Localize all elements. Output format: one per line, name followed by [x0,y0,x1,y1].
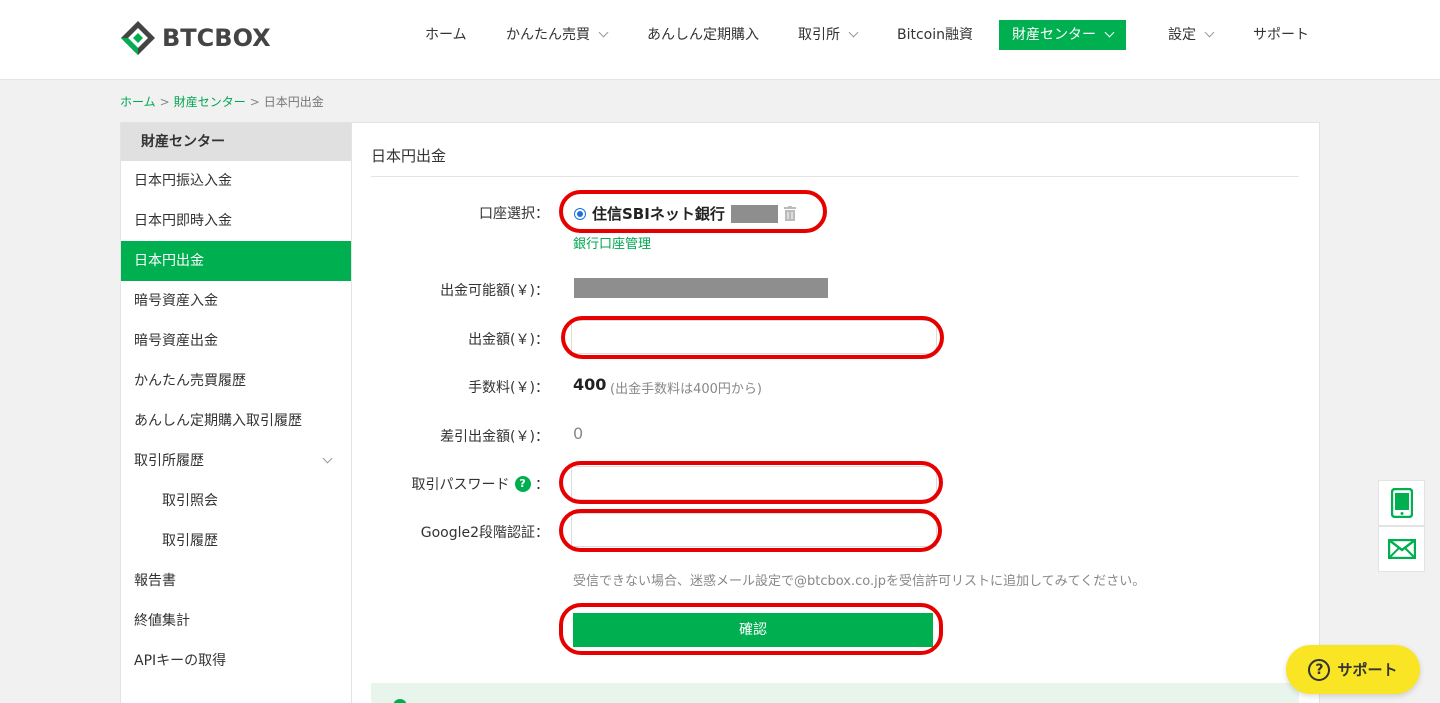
nav-label: 取引所 [798,27,840,43]
nav-bitcoin-loan[interactable]: Bitcoin融資 [897,20,973,50]
withdrawal-panel: 日本円出金 口座選択： 住信SBIネット銀行 銀行口座管理 出金可能額(￥)： … [352,122,1320,703]
bank-account-manage-link[interactable]: 銀行口座管理 [573,233,651,252]
divider [371,176,1299,177]
google-2fa-label: Google2段階認証： [420,525,549,541]
fee-note: (出金手数料は400円から) [610,382,762,397]
nav-label: かんたん売買 [506,27,590,43]
trade-password-label-text: 取引パスワード [411,477,510,493]
nav-exchange[interactable]: 取引所 [798,20,859,50]
site-header: BTCBOX ホーム かんたん売買 あんしん定期購入 取引所 Bitcoin融資… [0,0,1440,80]
sidebar-item-trade-history[interactable]: 取引履歴 [121,521,351,561]
chevron-down-icon [1204,27,1215,38]
net-amount-value: 0 [573,424,584,443]
sidebar-item-api-key[interactable]: APIキーの取得 [121,641,351,681]
trade-password-label: 取引パスワード? ： [412,474,549,494]
sidebar-item-reports[interactable]: 報告書 [121,561,351,601]
smartphone-icon [1390,488,1413,518]
amount-label: 出金額(￥)： [468,332,549,348]
trash-icon[interactable] [783,206,796,221]
confirm-button[interactable]: 確認 [573,613,933,647]
net-amount-label: 差引出金額(￥)： [440,429,549,445]
logo-icon [121,21,155,55]
fee-value: 400 [573,375,607,394]
nav-label: サポート [1253,27,1309,43]
breadcrumb-asset-center[interactable]: 財産センター [174,95,246,109]
label-colon: ： [535,477,549,493]
sidebar-item-crypto-deposit[interactable]: 暗号資産入金 [121,281,351,321]
breadcrumb-separator: > [159,95,170,109]
sidebar-item-trade-inquiry[interactable]: 取引照会 [121,481,351,521]
btcbox-logo[interactable]: BTCBOX [120,20,271,56]
masked-account-number [730,204,778,223]
sidebar-title: 財産センター [121,123,351,161]
nav-settings[interactable]: 設定 [1168,20,1215,50]
nav-support[interactable]: サポート [1253,20,1309,50]
account-label: 口座選択： [479,206,549,222]
nav-label: 財産センター [1012,27,1096,43]
contact-mail-button[interactable] [1378,526,1425,572]
chevron-down-icon [322,453,333,464]
amount-input[interactable] [571,320,937,354]
available-amount-label: 出金可能額(￥)： [440,283,549,299]
nav-asset-center[interactable]: 財産センター [999,20,1126,50]
sidebar-item-easy-trade-history[interactable]: かんたん売買履歴 [121,361,351,401]
sidebar-item-crypto-withdrawal[interactable]: 暗号資産出金 [121,321,351,361]
bank-account-option[interactable]: 住信SBIネット銀行 [574,203,796,224]
info-icon [393,699,407,703]
sidebar-item-exchange-history[interactable]: 取引所履歴 [121,441,351,481]
nav-label: Bitcoin融資 [897,27,974,43]
nav-regular-purchase[interactable]: あんしん定期購入 [647,20,759,50]
nav-label: ホーム [425,27,467,43]
support-chat-button[interactable]: ? サポート [1286,645,1420,694]
help-icon[interactable]: ? [514,476,531,492]
mobile-app-button[interactable] [1378,480,1425,526]
email-hint: 受信できない場合、迷惑メール設定で@btcbox.co.jpを受信許可リストに追… [573,574,1146,589]
google-2fa-input[interactable] [571,513,937,547]
breadcrumb: ホーム > 財産センター > 日本円出金 [120,93,324,110]
nav-label: 設定 [1168,27,1196,43]
page-title: 日本円出金 [371,147,447,165]
masked-available-amount [574,278,828,298]
breadcrumb-current: 日本円出金 [263,95,324,109]
bank-radio[interactable] [574,207,586,220]
trade-password-input[interactable] [571,466,937,500]
breadcrumb-home[interactable]: ホーム [120,95,156,109]
fee-label: 手数料(￥)： [468,380,549,396]
chevron-down-icon [598,27,609,38]
nav-easy-trade[interactable]: かんたん売買 [506,20,609,50]
nav-home[interactable]: ホーム [425,20,467,50]
question-icon: ? [1308,658,1331,681]
logo-text: BTCBOX [162,24,271,52]
mail-icon [1387,539,1416,559]
sidebar-item-jpy-withdrawal[interactable]: 日本円出金 [121,241,351,281]
chevron-down-icon [848,27,859,38]
bank-name: 住信SBIネット銀行 [592,205,725,223]
chevron-down-icon [1104,27,1115,38]
withdrawal-notes-box [371,683,1299,703]
sidebar-item-jpy-instant-deposit[interactable]: 日本円即時入金 [121,201,351,241]
sidebar-item-regular-purchase-history[interactable]: あんしん定期購入取引履歴 [121,401,351,441]
sidebar-item-closing-price[interactable]: 終値集計 [121,601,351,641]
sidebar-item-label: 取引所履歴 [134,453,204,469]
sidebar-item-jpy-transfer-deposit[interactable]: 日本円振込入金 [121,161,351,201]
nav-label: あんしん定期購入 [647,27,759,43]
sidebar: 財産センター 日本円振込入金 日本円即時入金 日本円出金 暗号資産入金 暗号資産… [120,122,352,703]
support-label: サポート [1337,661,1398,679]
breadcrumb-separator: > [249,95,260,109]
